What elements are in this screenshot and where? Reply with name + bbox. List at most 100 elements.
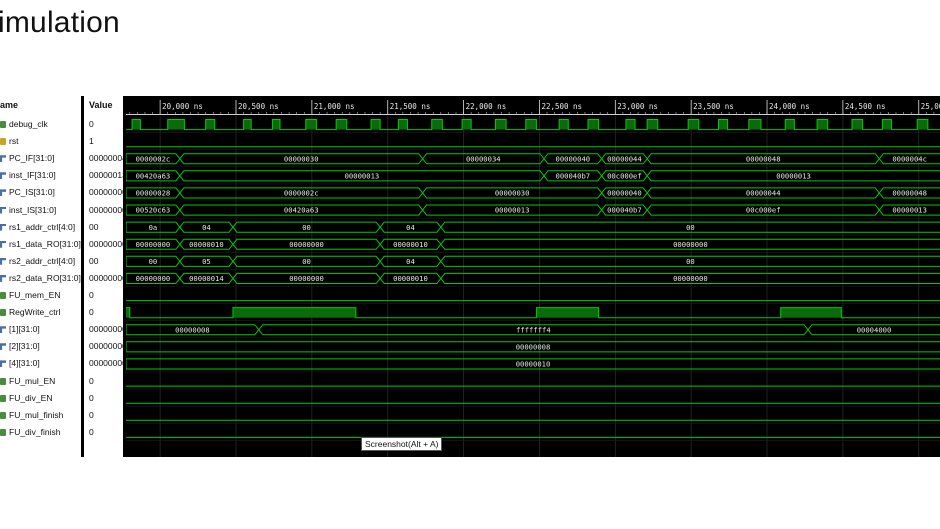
signal-name: PC_IF[31:0] bbox=[9, 153, 55, 164]
bus-value-label: 00000000 bbox=[673, 240, 708, 249]
bus-value-label: 0000004c bbox=[892, 154, 927, 163]
bus-value-label: 00000013 bbox=[892, 206, 927, 215]
clock-high-pulse bbox=[785, 119, 795, 130]
signal-value: 00000000 bbox=[89, 238, 123, 249]
waveform-viewer: ame debug_clkrst PC_IF[31:0] inst_IF[31:0]… bbox=[0, 96, 940, 457]
signal-name: rs2_data_RO[31:0] bbox=[9, 272, 81, 283]
signal-row-fu-mem-en[interactable]: FU_mem_EN bbox=[0, 287, 81, 304]
clock-high-pulse bbox=[748, 119, 761, 130]
signal-name: [2][31:0] bbox=[9, 341, 40, 352]
name-column-header[interactable]: ame bbox=[0, 96, 81, 116]
signal-value: 0 bbox=[89, 392, 94, 403]
bus-value-label: 00000040 bbox=[607, 189, 642, 198]
bus-icon bbox=[0, 189, 6, 197]
bus-value-label: 0a bbox=[149, 223, 158, 232]
signal-value: 00000013 bbox=[89, 170, 123, 181]
time-tick-label: 23,500 ns bbox=[693, 102, 734, 111]
signal-value: 0 bbox=[89, 119, 94, 129]
signal-value: 00 bbox=[89, 221, 99, 232]
bus-value-label: 000040b7 bbox=[607, 206, 642, 215]
signal-name: [4][31:0] bbox=[9, 358, 40, 369]
bus-value-label: 00000008 bbox=[516, 342, 551, 351]
bus-icon bbox=[0, 257, 6, 265]
clock-high-pulse bbox=[305, 119, 317, 130]
bus-value-label: 00000048 bbox=[746, 154, 781, 163]
signal-value: 0 bbox=[89, 426, 94, 437]
bus-value-label: 00 bbox=[686, 223, 695, 232]
bit-icon bbox=[0, 309, 6, 317]
bus-value-label: 00520c63 bbox=[136, 206, 171, 215]
clock-high-pulse bbox=[882, 119, 892, 130]
bus-value-label: 00420a63 bbox=[136, 171, 171, 180]
bus-value-label: 00000014 bbox=[189, 274, 224, 283]
signal-name: debug_clk bbox=[9, 119, 48, 129]
signal-row--2-31-0[interactable]: [2][31:0] bbox=[0, 338, 81, 355]
signal-row-rs2-data-ro-31-0[interactable]: rs2_data_RO[31:0] bbox=[0, 270, 81, 287]
signal-value: 00000000 bbox=[89, 341, 123, 352]
bus-value-label: 00000028 bbox=[136, 189, 171, 198]
bus-value-label: 00 bbox=[149, 257, 158, 266]
clock-high-pulse bbox=[718, 119, 728, 130]
signal-name: rs2_addr_ctrl[4:0] bbox=[9, 255, 76, 266]
page-title: imulation bbox=[0, 6, 120, 39]
waveform-area[interactable]: 20,000 ns 20,500 ns 21,000 ns 21,500 ns 22,0… bbox=[126, 96, 940, 457]
bit-high-region bbox=[126, 307, 130, 318]
signal-row-regwrite-ctrl[interactable]: RegWrite_ctrl bbox=[0, 304, 81, 321]
bus-value-label: 04 bbox=[406, 223, 415, 232]
bus-value-label: 00 bbox=[302, 257, 311, 266]
bus-value-label: 00000010 bbox=[516, 360, 551, 369]
signal-row-rst[interactable]: rst bbox=[0, 133, 81, 150]
time-tick-label: 21,500 ns bbox=[390, 102, 431, 111]
signal-name: FU_mul_EN bbox=[9, 375, 56, 386]
clock-high-pulse bbox=[852, 119, 863, 130]
bus-value-label: 05 bbox=[202, 257, 211, 266]
bus-value-label: 000040b7 bbox=[556, 171, 591, 180]
bus-value-label: 00000034 bbox=[466, 154, 501, 163]
signal-row-inst-is-31-0[interactable]: inst_IS[31:0] bbox=[0, 202, 81, 219]
signal-name: FU_div_finish bbox=[9, 426, 61, 437]
bus-value-label: 00 bbox=[686, 257, 695, 266]
signal-name: rs1_addr_ctrl[4:0] bbox=[9, 221, 76, 232]
clock-high-pulse bbox=[336, 119, 347, 130]
value-column-header[interactable]: Value bbox=[89, 96, 123, 116]
clock-high-pulse bbox=[243, 119, 252, 130]
bit-icon bbox=[0, 394, 6, 402]
signal-row-pc-if-31-0[interactable]: PC_IF[31:0] bbox=[0, 150, 81, 167]
signal-row-fu-mul-finish[interactable]: FU_mul_finish bbox=[0, 407, 81, 424]
bus-value-label: 00000044 bbox=[746, 189, 781, 198]
time-tick-label: 20,500 ns bbox=[238, 102, 279, 111]
signal-name: inst_IF[31:0] bbox=[9, 170, 56, 181]
signal-value: 00000004 bbox=[89, 153, 123, 164]
signal-row-pc-is-31-0[interactable]: PC_IS[31:0] bbox=[0, 184, 81, 201]
bus-value-label: fffffff4 bbox=[516, 325, 551, 334]
bus-value-label: 00000013 bbox=[495, 206, 530, 215]
bit-high-region bbox=[780, 307, 842, 318]
bus-value-label: 00000030 bbox=[284, 154, 319, 163]
clock-high-pulse bbox=[559, 119, 569, 130]
bus-value-label: 00000010 bbox=[189, 240, 224, 249]
time-tick-label: 24,000 ns bbox=[769, 102, 810, 111]
signal-row-rs1-addr-ctrl-4-0[interactable]: rs1_addr_ctrl[4:0] bbox=[0, 219, 81, 236]
signal-row-rs2-addr-ctrl-4-0[interactable]: rs2_addr_ctrl[4:0] bbox=[0, 253, 81, 270]
signal-row--4-31-0[interactable]: [4][31:0] bbox=[0, 355, 81, 372]
signal-row-rs1-data-ro-31-0[interactable]: rs1_data_RO[31:0] bbox=[0, 236, 81, 253]
signal-row--1-31-0[interactable]: [1][31:0] bbox=[0, 321, 81, 338]
signal-row-inst-if-31-0[interactable]: inst_IF[31:0] bbox=[0, 167, 81, 184]
bus-icon bbox=[0, 172, 6, 180]
signal-name: FU_mem_EN bbox=[9, 290, 61, 300]
time-tick-label: 20,000 ns bbox=[162, 102, 203, 111]
bus-value-label: 00000000 bbox=[289, 240, 324, 249]
signal-row-fu-div-finish[interactable]: FU_div_finish bbox=[0, 424, 81, 441]
time-tick-label: 21,000 ns bbox=[314, 102, 355, 111]
bus-icon bbox=[0, 206, 6, 214]
signal-row-debug-clk[interactable]: debug_clk bbox=[0, 116, 81, 133]
clock-high-pulse bbox=[625, 119, 636, 130]
bus-value-label: 00000010 bbox=[393, 274, 428, 283]
clock-high-pulse bbox=[647, 119, 658, 130]
bus-value-label: 00000008 bbox=[175, 325, 210, 334]
time-tick-label: 25,000 ns bbox=[921, 102, 940, 111]
signal-row-fu-div-en[interactable]: FU_div_EN bbox=[0, 390, 81, 407]
signal-row-fu-mul-en[interactable]: FU_mul_EN bbox=[0, 373, 81, 390]
screenshot-tooltip: Screenshot(Alt + A) bbox=[361, 437, 443, 451]
signal-name: [1][31:0] bbox=[9, 324, 40, 335]
